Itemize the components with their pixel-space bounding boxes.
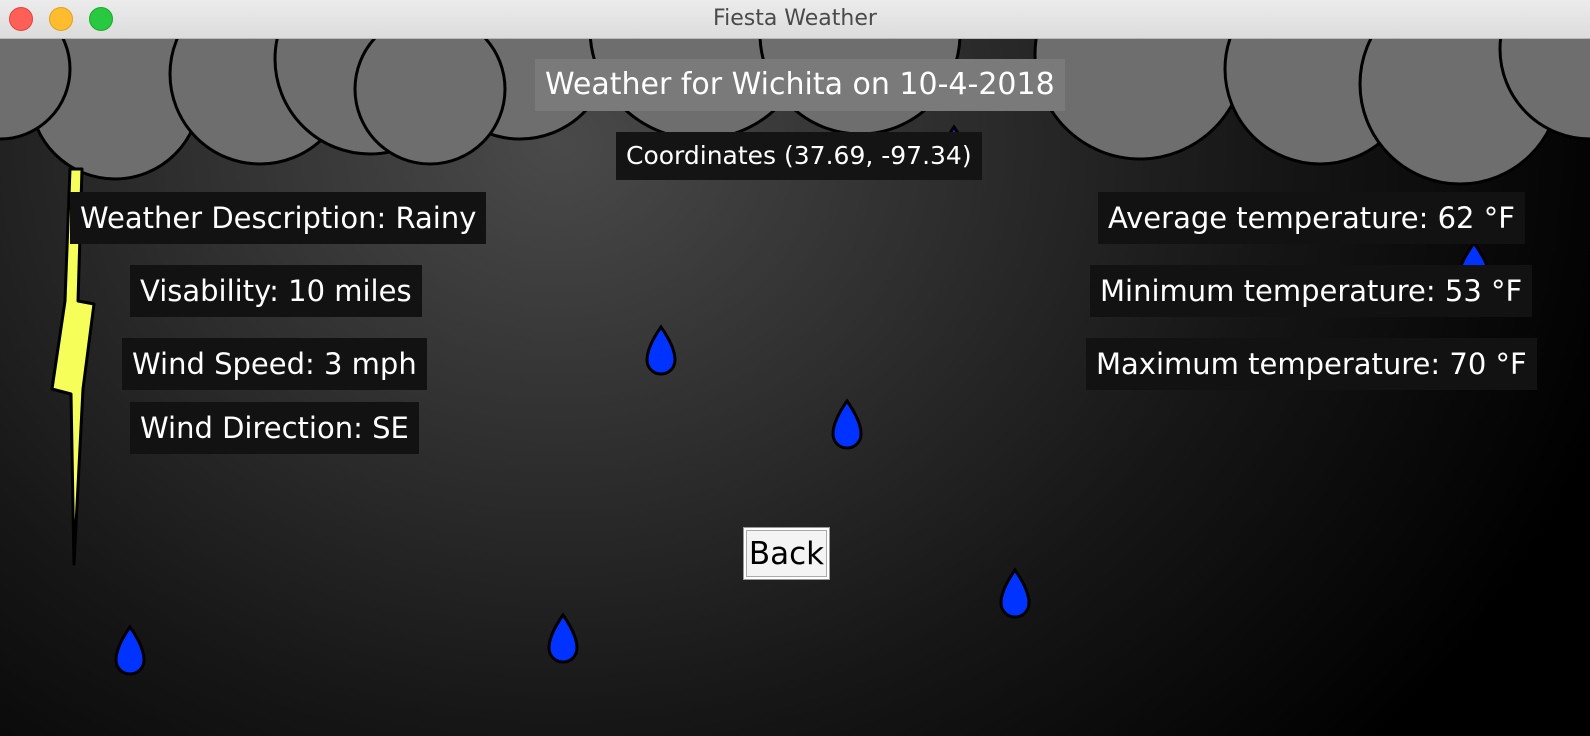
weather-view: Weather for Wichita on 10-4-2018 Coordin… — [0, 39, 1590, 736]
window-title: Fiesta Weather — [713, 6, 877, 31]
visibility-label: Visability: 10 miles — [130, 265, 422, 317]
raindrop-icon — [645, 324, 677, 376]
raindrop-icon — [999, 567, 1031, 619]
title-bar: Fiesta Weather — [0, 0, 1590, 39]
raindrop-icon — [114, 624, 146, 676]
cloud-icon — [1033, 39, 1590, 186]
coordinates-label: Coordinates (37.69, -97.34) — [616, 132, 982, 180]
minimum-temperature-label: Minimum temperature: 53 °F — [1090, 265, 1533, 317]
wind-direction-label: Wind Direction: SE — [130, 402, 419, 454]
average-temperature-label: Average temperature: 62 °F — [1098, 192, 1525, 244]
raindrop-icon — [547, 612, 579, 664]
page-title: Weather for Wichita on 10-4-2018 — [535, 59, 1065, 111]
maximum-temperature-label: Maximum temperature: 70 °F — [1086, 338, 1537, 390]
app-window: Fiesta Weather Weather for Wichita on 10… — [0, 0, 1590, 736]
raindrop-icon — [831, 398, 863, 450]
wind-speed-label: Wind Speed: 3 mph — [122, 338, 427, 390]
weather-description-label: Weather Description: Rainy — [70, 192, 487, 244]
back-button[interactable]: Back — [743, 527, 830, 580]
